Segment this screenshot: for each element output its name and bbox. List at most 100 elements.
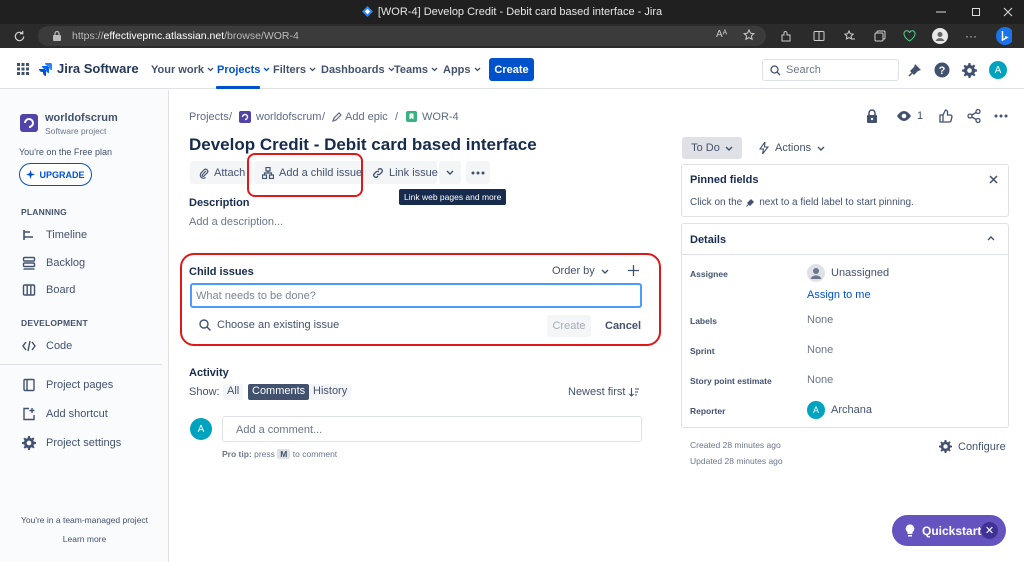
child-issue-input[interactable]: What needs to be done? [190,283,642,308]
nav-apps[interactable]: Apps [443,64,481,76]
choose-existing-label: Choose an existing issue [217,319,340,331]
pinned-fields-title: Pinned fields [690,174,759,186]
labels-value[interactable]: None [807,314,833,326]
sidebar-item-backlog[interactable]: Backlog [21,255,85,271]
story-point-value[interactable]: None [807,374,833,386]
chevron-down-icon [474,67,481,72]
timeline-icon [21,227,37,243]
chevron-up-icon[interactable] [987,236,995,241]
app-switcher-icon[interactable] [17,63,29,75]
close-icon[interactable] [989,175,998,184]
chevron-down-icon [601,269,609,274]
assign-to-me-link[interactable]: Assign to me [807,289,871,301]
browser-essentials-icon[interactable] [901,28,917,44]
user-avatar[interactable]: A [989,61,1007,79]
status-dropdown[interactable]: To Do [682,137,742,159]
watch-button[interactable]: 1 [896,110,923,122]
sidebar-item-timeline[interactable]: Timeline [21,227,87,243]
create-child-issue-button[interactable]: Create [547,315,591,337]
settings-icon [21,435,37,451]
sprint-value[interactable]: None [807,344,833,356]
cancel-button[interactable]: Cancel [605,320,641,332]
reporter-avatar: A [807,401,825,419]
pro-tip: Pro tip: press M to comment [222,449,337,459]
favorite-star-icon[interactable] [743,29,755,41]
link-issue-dropdown[interactable] [439,161,461,184]
assignee-value[interactable]: Unassigned [831,267,889,279]
breadcrumb-add-epic[interactable]: Add epic [345,111,388,123]
description-placeholder[interactable]: Add a description... [189,216,283,228]
nav-your-work-label: Your work [151,64,204,76]
nav-teams[interactable]: Teams [394,64,438,76]
plan-text: You're on the Free plan [19,147,112,157]
jira-logo[interactable]: Jira Software [38,61,139,76]
sidebar-item-label: Project settings [46,437,122,449]
learn-more-link[interactable]: Learn more [0,534,169,544]
filter-history[interactable]: History [309,384,352,400]
lightbulb-icon [905,524,915,537]
comment-input[interactable]: Add a comment... [222,416,642,442]
actions-label: Actions [775,142,812,154]
details-title: Details [690,234,727,246]
notifications-icon[interactable] [906,61,924,79]
url-field[interactable]: https://effectivepmc.atlassian.net/brows… [38,26,766,46]
nav-teams-label: Teams [394,64,429,76]
pro-tip-press: press [254,449,275,459]
filter-comments[interactable]: Comments [248,384,310,400]
page-title[interactable]: Develop Credit - Debit card based interf… [189,135,537,155]
more-options-icon[interactable]: ··· [963,28,979,44]
sidebar-item-project-settings[interactable]: Project settings [21,435,121,451]
nav-dashboards[interactable]: Dashboards [321,64,395,76]
settings-gear-icon [939,440,952,453]
sidebar-item-project-pages[interactable]: Project pages [21,377,113,393]
nav-apps-label: Apps [443,64,471,76]
bing-copilot-icon[interactable] [996,27,1012,45]
nav-projects[interactable]: Projects [217,64,270,76]
project-name[interactable]: worldofscrum [45,112,118,124]
choose-existing-issue-button[interactable]: Choose an existing issue [199,319,339,331]
collections-icon[interactable] [872,28,888,44]
add-child-plus-icon[interactable] [628,265,639,276]
configure-button[interactable]: Configure [939,440,1006,453]
sort-label: Newest first [568,386,626,398]
sidebar-item-board[interactable]: Board [21,282,75,298]
more-actions-button[interactable] [466,161,490,184]
breadcrumb-issue-key[interactable]: WOR-4 [422,111,459,123]
help-icon[interactable]: ? [933,61,951,79]
refresh-icon[interactable] [11,28,27,44]
link-issue-button[interactable]: Link issue [364,161,438,184]
close-window-button[interactable] [992,0,1024,24]
like-thumbs-up-icon[interactable] [939,109,953,123]
search-input[interactable]: Search [762,59,899,81]
lock-icon[interactable] [866,109,878,123]
favorites-icon[interactable] [842,28,858,44]
sidebar-item-add-shortcut[interactable]: Add shortcut [21,406,108,422]
split-screen-icon[interactable] [811,28,827,44]
sidebar-item-code[interactable]: Code [21,338,72,354]
read-aloud-icon[interactable]: Aᴬ [716,29,727,40]
extensions-icon[interactable] [778,28,794,44]
order-by-button[interactable]: Order by [552,265,609,277]
nav-your-work[interactable]: Your work [151,64,214,76]
settings-gear-icon[interactable] [960,61,978,79]
sort-newest-first-button[interactable]: Newest first [568,386,640,398]
profile-avatar-icon[interactable] [932,28,948,44]
url-host: effectivepmc.atlassian.net [103,30,225,42]
share-icon[interactable] [967,109,981,123]
project-type: Software project [45,126,107,136]
breadcrumb-projects[interactable]: Projects [189,111,229,123]
reporter-value[interactable]: Archana [831,404,872,416]
actions-button[interactable]: Actions [759,142,825,154]
more-horizontal-icon[interactable] [994,114,1008,118]
breadcrumb-project[interactable]: worldofscrum [256,111,321,123]
nav-filters[interactable]: Filters [273,64,316,76]
maximize-button[interactable] [960,0,992,24]
filter-all[interactable]: All [223,384,244,400]
story-type-icon [406,111,417,122]
attach-button[interactable]: Attach [190,161,254,184]
minimize-button[interactable] [925,0,957,24]
pinned-hint-after: next to a field label to start pinning. [759,197,914,208]
quickstart-close-icon[interactable]: ✕ [981,522,998,539]
create-button[interactable]: Create [489,58,534,81]
upgrade-button[interactable]: UPGRADE [19,163,92,186]
